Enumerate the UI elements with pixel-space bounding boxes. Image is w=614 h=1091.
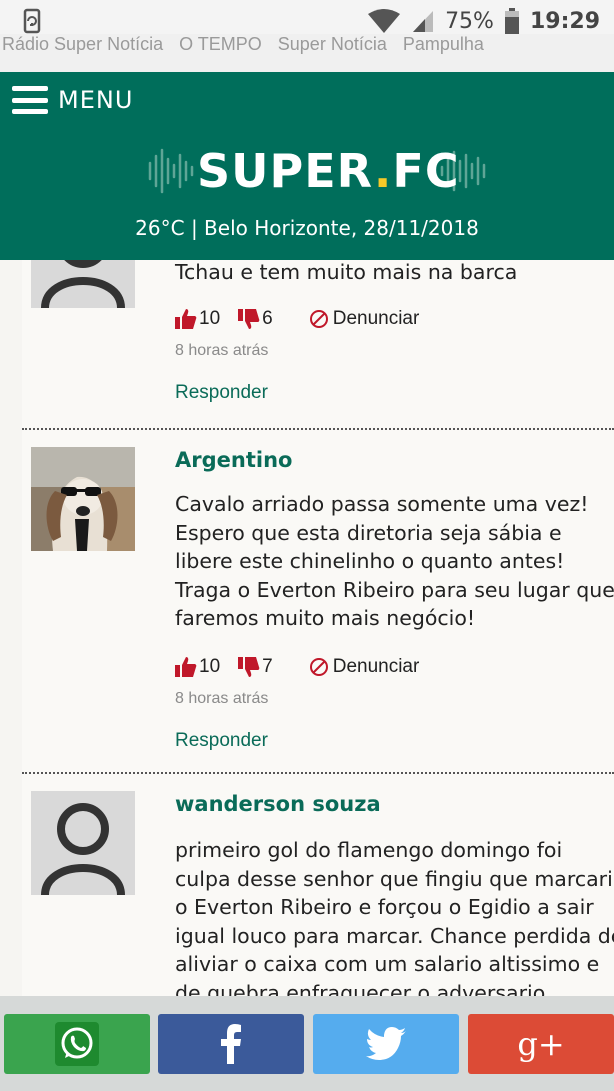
like-button[interactable]: 10 xyxy=(175,656,220,678)
report-button[interactable]: Denunciar xyxy=(309,656,419,678)
partner-link-pampulha[interactable]: Pampulha xyxy=(403,34,484,55)
share-google-plus-button[interactable]: g+ xyxy=(468,1014,614,1074)
reply-link[interactable]: Responder xyxy=(175,730,268,752)
comment-author[interactable]: wanderson souza xyxy=(175,792,381,816)
whatsapp-icon xyxy=(55,1022,99,1066)
person-placeholder-icon xyxy=(41,803,125,895)
share-facebook-button[interactable] xyxy=(158,1014,304,1074)
thumbs-down-icon xyxy=(238,309,260,329)
thumbs-up-icon xyxy=(175,309,197,329)
site-logo[interactable]: SUPER.FC xyxy=(147,146,487,196)
weather-date-line: 26°C | Belo Horizonte, 28/11/2018 xyxy=(135,216,479,240)
comments-list: Tchau e tem muito mais na barca 10 6 Den… xyxy=(22,260,614,996)
user-avatar-photo xyxy=(31,447,135,551)
facebook-icon xyxy=(221,1024,241,1064)
dislike-button[interactable]: 7 xyxy=(238,656,273,678)
comment-time: 8 horas atrás xyxy=(175,342,269,359)
comment-author[interactable]: Argentino xyxy=(175,448,292,472)
person-placeholder-icon xyxy=(41,260,125,308)
comment-text: Tchau e tem muito mais na barca xyxy=(175,260,518,284)
reply-link[interactable]: Responder xyxy=(175,382,268,404)
battery-icon xyxy=(504,8,519,34)
comment-actions: 10 7 Denunciar xyxy=(175,656,419,678)
partner-links: Rádio Super Notícia O TEMPO Super Notíci… xyxy=(0,34,614,72)
dislike-button[interactable]: 6 xyxy=(238,308,273,330)
comment-item: wanderson souza primeiro gol do flamengo… xyxy=(22,772,614,996)
thumbs-down-icon xyxy=(238,657,260,677)
user-avatar-default xyxy=(31,791,135,895)
twitter-icon xyxy=(366,1027,406,1060)
share-twitter-button[interactable] xyxy=(313,1014,459,1074)
share-whatsapp-button[interactable] xyxy=(4,1014,150,1074)
report-button[interactable]: Denunciar xyxy=(309,308,419,330)
comment-item: Argentino Cavalo arriado passa somente u… xyxy=(22,428,614,772)
share-bar: g+ xyxy=(0,996,614,1091)
signal-icon xyxy=(413,11,434,32)
prohibited-icon xyxy=(309,658,328,676)
dog-with-sunglasses-image xyxy=(31,447,135,551)
thumbs-up-icon xyxy=(175,657,197,677)
comment-item: Tchau e tem muito mais na barca 10 6 Den… xyxy=(22,260,614,428)
menu-label: MENU xyxy=(58,86,134,114)
hamburger-icon xyxy=(12,86,48,114)
partner-link-super-noticia[interactable]: Super Notícia xyxy=(278,34,387,55)
comment-text: Cavalo arriado passa somente uma vez! Es… xyxy=(175,492,614,630)
like-button[interactable]: 10 xyxy=(175,308,220,330)
logo-text: SUPER.FC xyxy=(197,144,460,198)
comment-time: 8 horas atrás xyxy=(175,690,269,707)
menu-button[interactable]: MENU xyxy=(12,86,133,114)
comment-actions: 10 6 Denunciar xyxy=(175,308,419,330)
prohibited-icon xyxy=(309,310,328,328)
user-avatar-default xyxy=(31,260,135,308)
wifi-icon xyxy=(368,9,401,33)
partner-link-radio[interactable]: Rádio Super Notícia xyxy=(2,34,163,55)
site-header: MENU SUPER.FC 26°C | Belo Horizonte, 28/… xyxy=(0,72,614,260)
clock: 19:29 xyxy=(529,8,600,34)
battery-percent: 75% xyxy=(445,8,494,34)
rotation-lock-icon xyxy=(23,8,41,34)
partner-link-otempo[interactable]: O TEMPO xyxy=(179,34,262,55)
google-plus-icon: g+ xyxy=(517,1025,565,1063)
comment-text: primeiro gol do flamengo domingo foi cul… xyxy=(175,838,614,996)
